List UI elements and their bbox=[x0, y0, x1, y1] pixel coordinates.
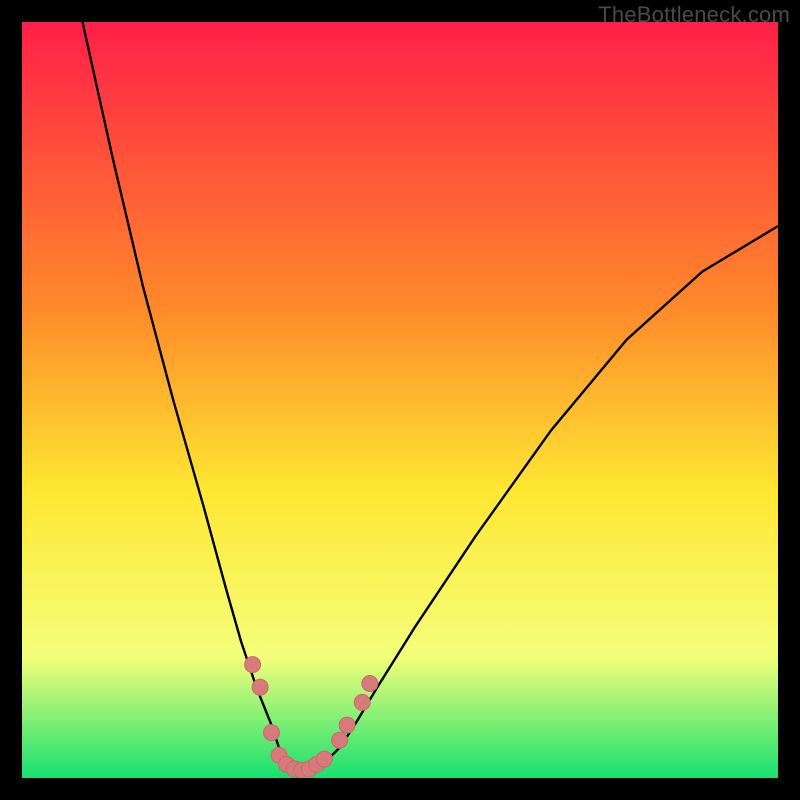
curve-marker bbox=[354, 694, 370, 710]
curve-marker bbox=[245, 657, 261, 673]
curve-marker bbox=[332, 732, 348, 748]
curve-marker bbox=[264, 725, 280, 741]
curve-marker bbox=[339, 717, 355, 733]
curve-marker bbox=[252, 679, 268, 695]
bottleneck-chart bbox=[22, 22, 778, 778]
curve-marker bbox=[362, 676, 378, 692]
chart-frame: TheBottleneck.com bbox=[0, 0, 800, 800]
gradient-background bbox=[22, 22, 778, 778]
curve-marker bbox=[316, 751, 332, 767]
